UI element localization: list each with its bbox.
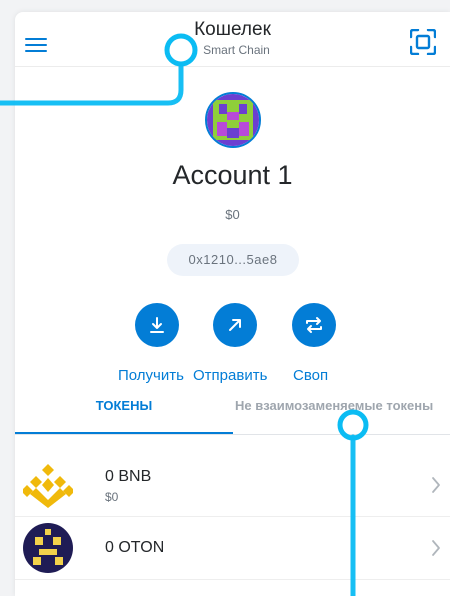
page-title: Кошелек (194, 19, 271, 40)
swap-button[interactable] (292, 303, 336, 347)
oton-logo-icon (23, 523, 73, 573)
token-row-oton[interactable]: 0 OTON (15, 517, 450, 580)
wallet-screen: Кошелек Smart Chain Account 1 $0 0x1210.… (15, 12, 450, 596)
account-name[interactable]: Account 1 (15, 160, 450, 191)
swap-label[interactable]: Своп (293, 367, 328, 384)
receive-label[interactable]: Получить (118, 367, 184, 384)
download-arrow-icon (150, 317, 164, 333)
qr-scan-icon[interactable] (409, 28, 437, 56)
send-button[interactable] (213, 303, 257, 347)
token-row-bnb[interactable]: 0 BNB $0 (15, 454, 450, 517)
chevron-right-icon (432, 540, 440, 556)
bnb-logo-icon (23, 464, 73, 508)
tab-tokens[interactable]: ТОКЕНЫ (15, 392, 233, 434)
swap-arrows-icon (306, 317, 322, 333)
account-address[interactable]: 0x1210...5ae8 (167, 244, 299, 276)
tab-nft[interactable]: Не взаимозаменяемые токены (233, 392, 450, 434)
network-name[interactable]: Smart Chain (15, 43, 450, 57)
account-avatar[interactable] (205, 92, 261, 148)
asset-tabs: ТОКЕНЫ Не взаимозаменяемые токены (15, 392, 450, 435)
token-amount: 0 OTON (105, 539, 165, 556)
account-balance: $0 (225, 207, 240, 222)
chevron-right-icon (432, 477, 440, 493)
header: Кошелек Smart Chain (15, 12, 450, 67)
send-label[interactable]: Отправить (193, 367, 267, 384)
token-amount: 0 BNB (105, 468, 152, 485)
receive-button[interactable] (135, 303, 179, 347)
token-fiat: $0 (105, 490, 119, 504)
arrow-up-right-icon (229, 319, 241, 331)
